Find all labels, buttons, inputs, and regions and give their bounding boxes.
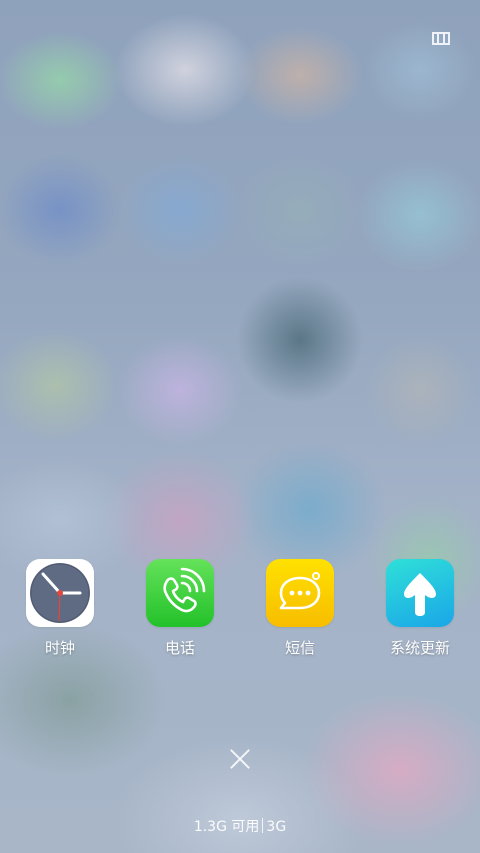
recent-apps-row: 时钟 电话 短信 系统更新	[0, 559, 480, 669]
memory-available: 1.3G 可用	[193, 819, 260, 835]
blurred-wallpaper	[0, 0, 480, 853]
recent-app-clock[interactable]: 时钟	[0, 559, 120, 658]
app-label: 时钟	[44, 639, 75, 657]
memory-total: 3G	[266, 819, 287, 835]
app-label: 短信	[284, 639, 315, 657]
app-label: 电话	[164, 639, 195, 657]
close-icon[interactable]	[229, 748, 251, 770]
message-icon	[266, 559, 334, 627]
recent-app-phone[interactable]: 电话	[120, 559, 240, 658]
recent-app-messages[interactable]: 短信	[240, 559, 360, 658]
app-label: 系统更新	[389, 639, 450, 657]
phone-icon	[146, 559, 214, 627]
memory-status: 1.3G 可用 3G	[0, 816, 480, 836]
multi-window-icon[interactable]	[432, 32, 450, 45]
recent-app-system-update[interactable]: 系统更新	[360, 559, 480, 658]
update-arrow-icon	[386, 559, 454, 627]
memory-divider	[262, 818, 264, 833]
clock-icon	[26, 559, 94, 627]
